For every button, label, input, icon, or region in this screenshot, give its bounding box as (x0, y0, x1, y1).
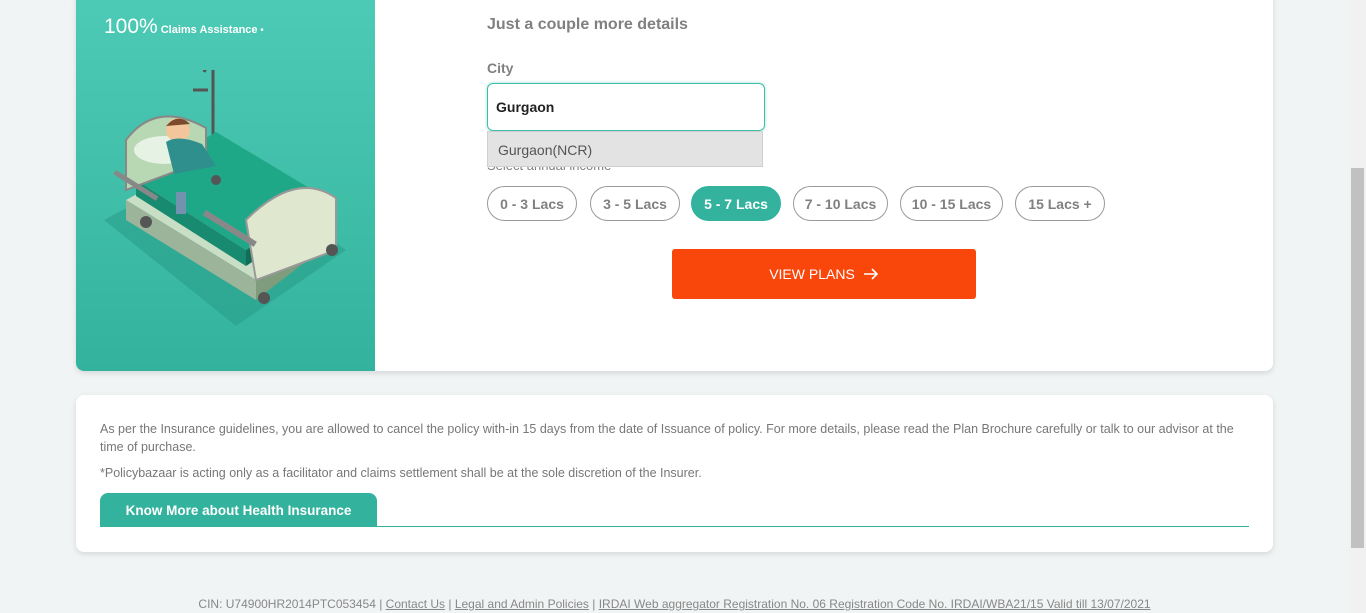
view-plans-button[interactable]: VIEW PLANS (672, 249, 976, 299)
income-option-0-3[interactable]: 0 - 3 Lacs (487, 186, 577, 221)
irdai-registration-link[interactable]: IRDAI Web aggregator Registration No. 06… (599, 597, 1151, 611)
city-suggestions: Gurgaon(NCR) (487, 131, 763, 167)
claims-assistance-badge: 100% Claims Assistance • (104, 15, 264, 38)
claims-percentage: 100% (104, 15, 158, 38)
city-suggestion-item[interactable]: Gurgaon(NCR) (498, 142, 592, 158)
income-option-5-7[interactable]: 5 - 7 Lacs (691, 186, 781, 221)
footer: CIN: U74900HR2014PTC053454 | Contact Us … (198, 597, 1151, 611)
tab-divider (100, 526, 1249, 527)
cancellation-policy-text: As per the Insurance guidelines, you are… (100, 422, 1234, 454)
city-label: City (487, 60, 514, 76)
income-option-3-5[interactable]: 3 - 5 Lacs (590, 186, 680, 221)
form-heading: Just a couple more details (487, 16, 688, 33)
hospital-bed-illustration (104, 70, 346, 326)
facilitator-disclaimer: *Policybazaar is acting only as a facili… (100, 466, 702, 480)
details-form: Just a couple more details City Select a… (487, 0, 1247, 371)
view-plans-label: VIEW PLANS (769, 266, 855, 282)
details-card: 100% Claims Assistance • Just a couple m… (76, 0, 1273, 371)
claims-text: Claims Assistance (160, 24, 258, 36)
scrollbar-thumb[interactable] (1351, 168, 1364, 548)
income-option-7-10[interactable]: 7 - 10 Lacs (793, 186, 888, 221)
city-input[interactable] (487, 83, 765, 131)
income-option-15-plus[interactable]: 15 Lacs + (1015, 186, 1105, 221)
info-card: As per the Insurance guidelines, you are… (76, 395, 1273, 552)
arrow-right-icon (863, 268, 878, 280)
banner-panel: 100% Claims Assistance • (76, 0, 375, 371)
footer-cin: CIN: U74900HR2014PTC053454 (198, 597, 376, 611)
know-more-tab[interactable]: Know More about Health Insurance (100, 493, 377, 527)
contact-us-link[interactable]: Contact Us (386, 597, 445, 611)
legal-policies-link[interactable]: Legal and Admin Policies (455, 597, 589, 611)
income-option-10-15[interactable]: 10 - 15 Lacs (900, 186, 1003, 221)
